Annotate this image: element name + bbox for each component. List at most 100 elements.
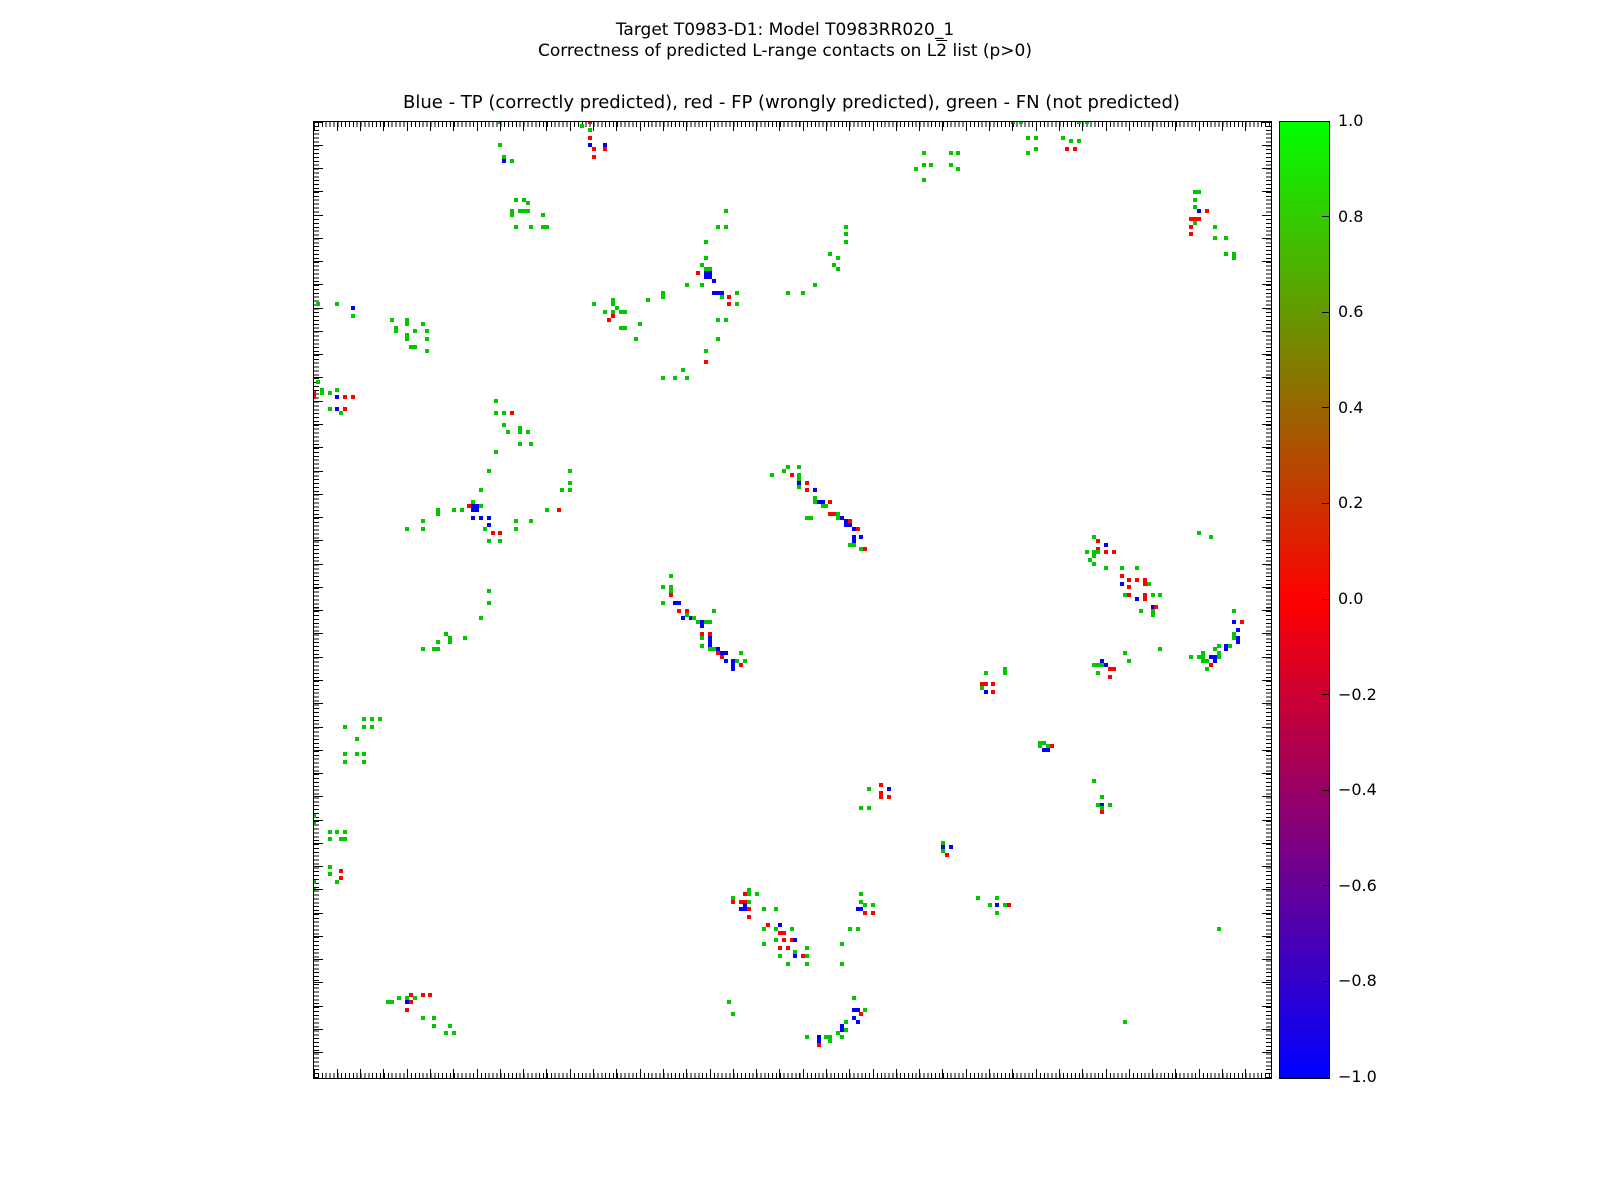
y-major-tick bbox=[314, 284, 323, 286]
data-point bbox=[1100, 795, 1104, 799]
contact-map-figure: Target T0983-D1: Model T0983RR020_1 Corr… bbox=[0, 0, 1600, 1200]
data-point bbox=[782, 469, 786, 473]
data-point bbox=[1007, 903, 1011, 907]
data-point bbox=[351, 395, 355, 399]
data-point bbox=[863, 547, 867, 551]
data-point bbox=[700, 636, 704, 640]
data-point bbox=[770, 473, 774, 477]
data-point bbox=[863, 1008, 867, 1012]
x-major-tick bbox=[1058, 122, 1060, 131]
data-point bbox=[1151, 593, 1155, 597]
data-point bbox=[856, 527, 860, 531]
y-major-tick bbox=[314, 749, 323, 751]
data-point bbox=[762, 942, 766, 946]
y-major-tick bbox=[314, 773, 323, 775]
data-point bbox=[995, 911, 999, 915]
x-major-tick bbox=[1012, 122, 1014, 131]
data-point bbox=[405, 337, 409, 341]
x-major-tick bbox=[662, 122, 664, 131]
data-point bbox=[1213, 236, 1217, 240]
x-major-tick bbox=[779, 1069, 781, 1078]
data-point bbox=[1189, 655, 1193, 659]
data-point bbox=[362, 725, 366, 729]
data-point bbox=[995, 896, 999, 900]
data-point bbox=[1092, 562, 1096, 566]
x-major-tick bbox=[476, 1069, 478, 1078]
y-major-tick bbox=[1262, 842, 1271, 844]
y-major-tick bbox=[314, 982, 323, 984]
data-point bbox=[328, 837, 332, 841]
x-major-tick bbox=[1198, 122, 1200, 131]
data-point bbox=[859, 535, 863, 539]
x-major-tick bbox=[523, 122, 525, 131]
data-point bbox=[844, 225, 848, 229]
data-point bbox=[343, 395, 347, 399]
y-major-tick bbox=[1262, 447, 1271, 449]
data-point bbox=[444, 1031, 448, 1035]
data-point bbox=[529, 442, 533, 446]
data-point bbox=[518, 430, 522, 434]
data-point bbox=[479, 488, 483, 492]
x-major-tick bbox=[1245, 122, 1247, 131]
y-major-tick bbox=[314, 912, 323, 914]
data-point bbox=[343, 830, 347, 834]
data-point bbox=[487, 469, 491, 473]
data-point bbox=[661, 295, 665, 299]
data-point bbox=[716, 225, 720, 229]
y-major-tick bbox=[1262, 307, 1271, 309]
data-point bbox=[362, 760, 366, 764]
data-point bbox=[1135, 578, 1139, 582]
x-major-tick bbox=[1175, 122, 1177, 131]
y-major-tick bbox=[314, 679, 323, 681]
data-point bbox=[1224, 236, 1228, 240]
data-point bbox=[428, 993, 432, 997]
y-major-tick bbox=[1262, 819, 1271, 821]
data-point bbox=[766, 923, 770, 927]
data-point bbox=[712, 279, 716, 283]
colorbar-tick-label: −0.6 bbox=[1338, 875, 1377, 895]
data-point bbox=[1236, 640, 1240, 644]
y-major-tick bbox=[314, 144, 323, 146]
x-major-tick bbox=[569, 122, 571, 131]
x-major-tick bbox=[732, 1069, 734, 1078]
data-point bbox=[405, 527, 409, 531]
x-major-tick bbox=[1152, 122, 1154, 131]
data-point bbox=[623, 326, 627, 330]
x-major-tick bbox=[756, 1069, 758, 1078]
data-point bbox=[397, 996, 401, 1000]
data-point bbox=[1104, 566, 1108, 570]
data-point bbox=[859, 892, 863, 896]
data-point bbox=[1127, 578, 1131, 582]
x-major-tick bbox=[429, 122, 431, 131]
y-major-tick bbox=[314, 726, 323, 728]
data-point bbox=[518, 442, 522, 446]
y-major-tick bbox=[314, 214, 323, 216]
data-point bbox=[316, 380, 320, 384]
x-major-tick bbox=[1058, 1069, 1060, 1078]
x-major-tick bbox=[314, 122, 315, 131]
data-point bbox=[436, 512, 440, 516]
data-point bbox=[494, 399, 498, 403]
x-major-tick bbox=[1175, 1069, 1177, 1078]
data-point bbox=[487, 589, 491, 593]
data-point bbox=[852, 996, 856, 1000]
data-point bbox=[413, 329, 417, 333]
data-point bbox=[335, 830, 339, 834]
data-point bbox=[378, 717, 382, 721]
data-point bbox=[479, 504, 483, 508]
data-point bbox=[390, 318, 394, 322]
data-point bbox=[603, 147, 607, 151]
data-point bbox=[1085, 550, 1089, 554]
data-point bbox=[813, 488, 817, 492]
data-point bbox=[510, 213, 514, 217]
x-major-tick bbox=[989, 122, 991, 131]
data-point bbox=[339, 411, 343, 415]
y-major-tick bbox=[314, 1029, 323, 1031]
data-point bbox=[623, 310, 627, 314]
data-point bbox=[844, 1028, 848, 1032]
y-major-tick bbox=[314, 191, 323, 193]
x-major-tick bbox=[1221, 122, 1223, 131]
data-point bbox=[514, 198, 518, 202]
data-point bbox=[704, 349, 708, 353]
data-point bbox=[704, 240, 708, 244]
